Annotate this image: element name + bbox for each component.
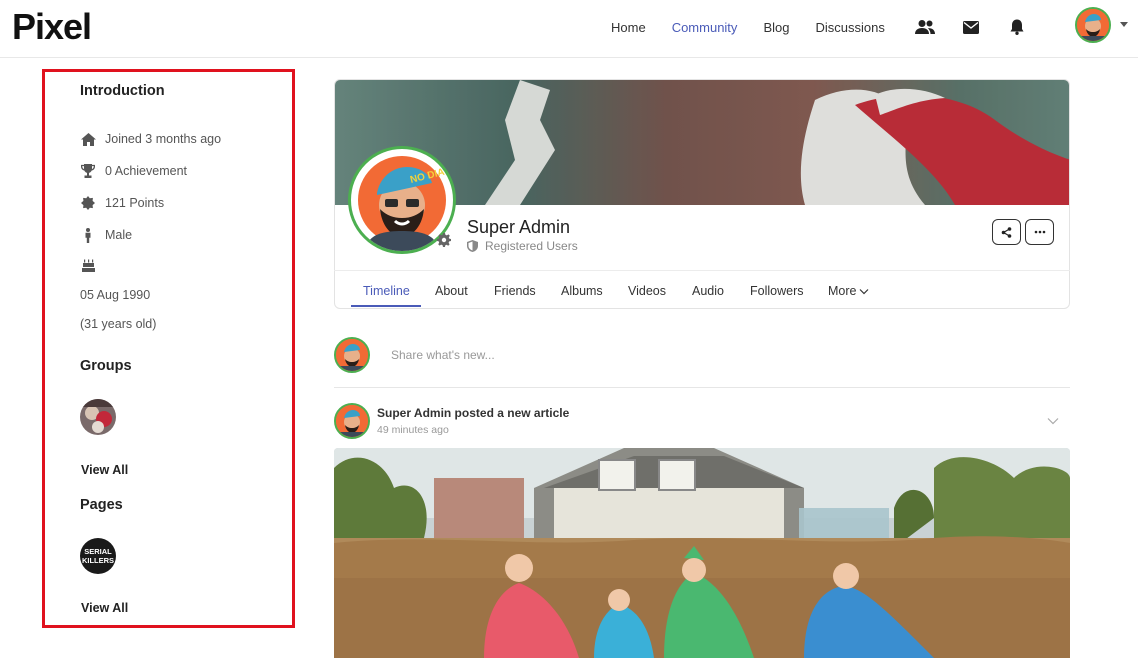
post-image[interactable] [334, 448, 1070, 658]
groups-view-all-link[interactable]: View All [81, 463, 128, 477]
home-icon [80, 131, 96, 147]
nav-home[interactable]: Home [611, 20, 646, 35]
composer-avatar [334, 337, 370, 373]
chevron-down-icon[interactable] [1120, 22, 1128, 27]
svg-text:KILLERS: KILLERS [82, 556, 114, 565]
introduction-heading: Introduction [80, 83, 165, 99]
profile-name: Super Admin [467, 217, 571, 237]
groups-heading: Groups [80, 358, 132, 374]
svg-text:SERIAL: SERIAL [84, 547, 112, 556]
birthday-icon-row [80, 257, 105, 273]
share-button[interactable] [992, 219, 1021, 245]
profile-role-text: Registered Users [485, 239, 578, 253]
more-options-button[interactable] [1025, 219, 1054, 245]
main-nav: Home Community Blog Discussions [598, 0, 898, 54]
tab-albums[interactable]: Albums [561, 284, 603, 298]
post-author-avatar[interactable] [334, 403, 370, 439]
birthday-cake-icon [80, 257, 96, 273]
nav-discussions[interactable]: Discussions [815, 20, 884, 35]
composer-divider [334, 387, 1070, 388]
top-navbar: Pixel Home Community Blog Discussions [0, 0, 1138, 58]
points-row: 121 Points [80, 195, 164, 211]
page-thumbnail[interactable]: SERIAL KILLERS [80, 538, 116, 574]
envelope-icon[interactable] [960, 16, 982, 38]
nav-blog[interactable]: Blog [763, 20, 789, 35]
chevron-down-icon [860, 288, 869, 294]
share-icon [1001, 226, 1012, 238]
group-thumbnail[interactable] [80, 399, 116, 435]
achievement-row: 0 Achievement [80, 163, 187, 179]
post-timestamp: 49 minutes ago [377, 424, 449, 436]
shield-icon [467, 240, 479, 252]
tab-audio[interactable]: Audio [692, 284, 724, 298]
age-text: (31 years old) [80, 317, 157, 331]
gear-icon[interactable] [437, 233, 451, 247]
composer-input[interactable]: Share what's new... [391, 348, 495, 362]
male-icon [80, 227, 96, 243]
joined-text: Joined 3 months ago [105, 132, 222, 146]
achievement-text: 0 Achievement [105, 164, 187, 178]
points-text: 121 Points [105, 196, 165, 210]
pages-heading: Pages [80, 497, 123, 513]
birthday-text: 05 Aug 1990 [80, 288, 151, 302]
badge-icon [80, 195, 96, 211]
sidebar-introduction-panel: Introduction Joined 3 months ago 0 Achie… [42, 69, 295, 628]
post-menu-chevron-icon[interactable] [1047, 412, 1059, 425]
tab-about[interactable]: About [435, 284, 468, 298]
tab-timeline[interactable]: Timeline [363, 284, 410, 298]
nav-icons [914, 16, 1052, 38]
user-avatar-menu[interactable] [1075, 7, 1111, 43]
tab-more[interactable]: More [828, 284, 869, 298]
nav-community[interactable]: Community [672, 20, 738, 35]
tab-videos[interactable]: Videos [628, 284, 666, 298]
tab-friends[interactable]: Friends [494, 284, 536, 298]
profile-role: Registered Users [467, 239, 578, 253]
tab-followers[interactable]: Followers [750, 284, 804, 298]
trophy-icon [80, 163, 96, 179]
gender-text: Male [105, 228, 133, 242]
joined-row: Joined 3 months ago [80, 131, 221, 147]
site-logo[interactable]: Pixel [12, 6, 92, 48]
post-title[interactable]: Super Admin posted a new article [377, 406, 569, 420]
pages-view-all-link[interactable]: View All [81, 601, 128, 615]
tab-more-label: More [828, 284, 857, 298]
ellipsis-icon [1034, 230, 1045, 234]
profile-tabs: Timeline About Friends Albums Videos Aud… [334, 270, 1070, 308]
gender-row: Male [80, 227, 132, 243]
active-tab-indicator [351, 305, 421, 307]
users-icon[interactable] [914, 16, 936, 38]
bell-icon[interactable] [1006, 16, 1028, 38]
